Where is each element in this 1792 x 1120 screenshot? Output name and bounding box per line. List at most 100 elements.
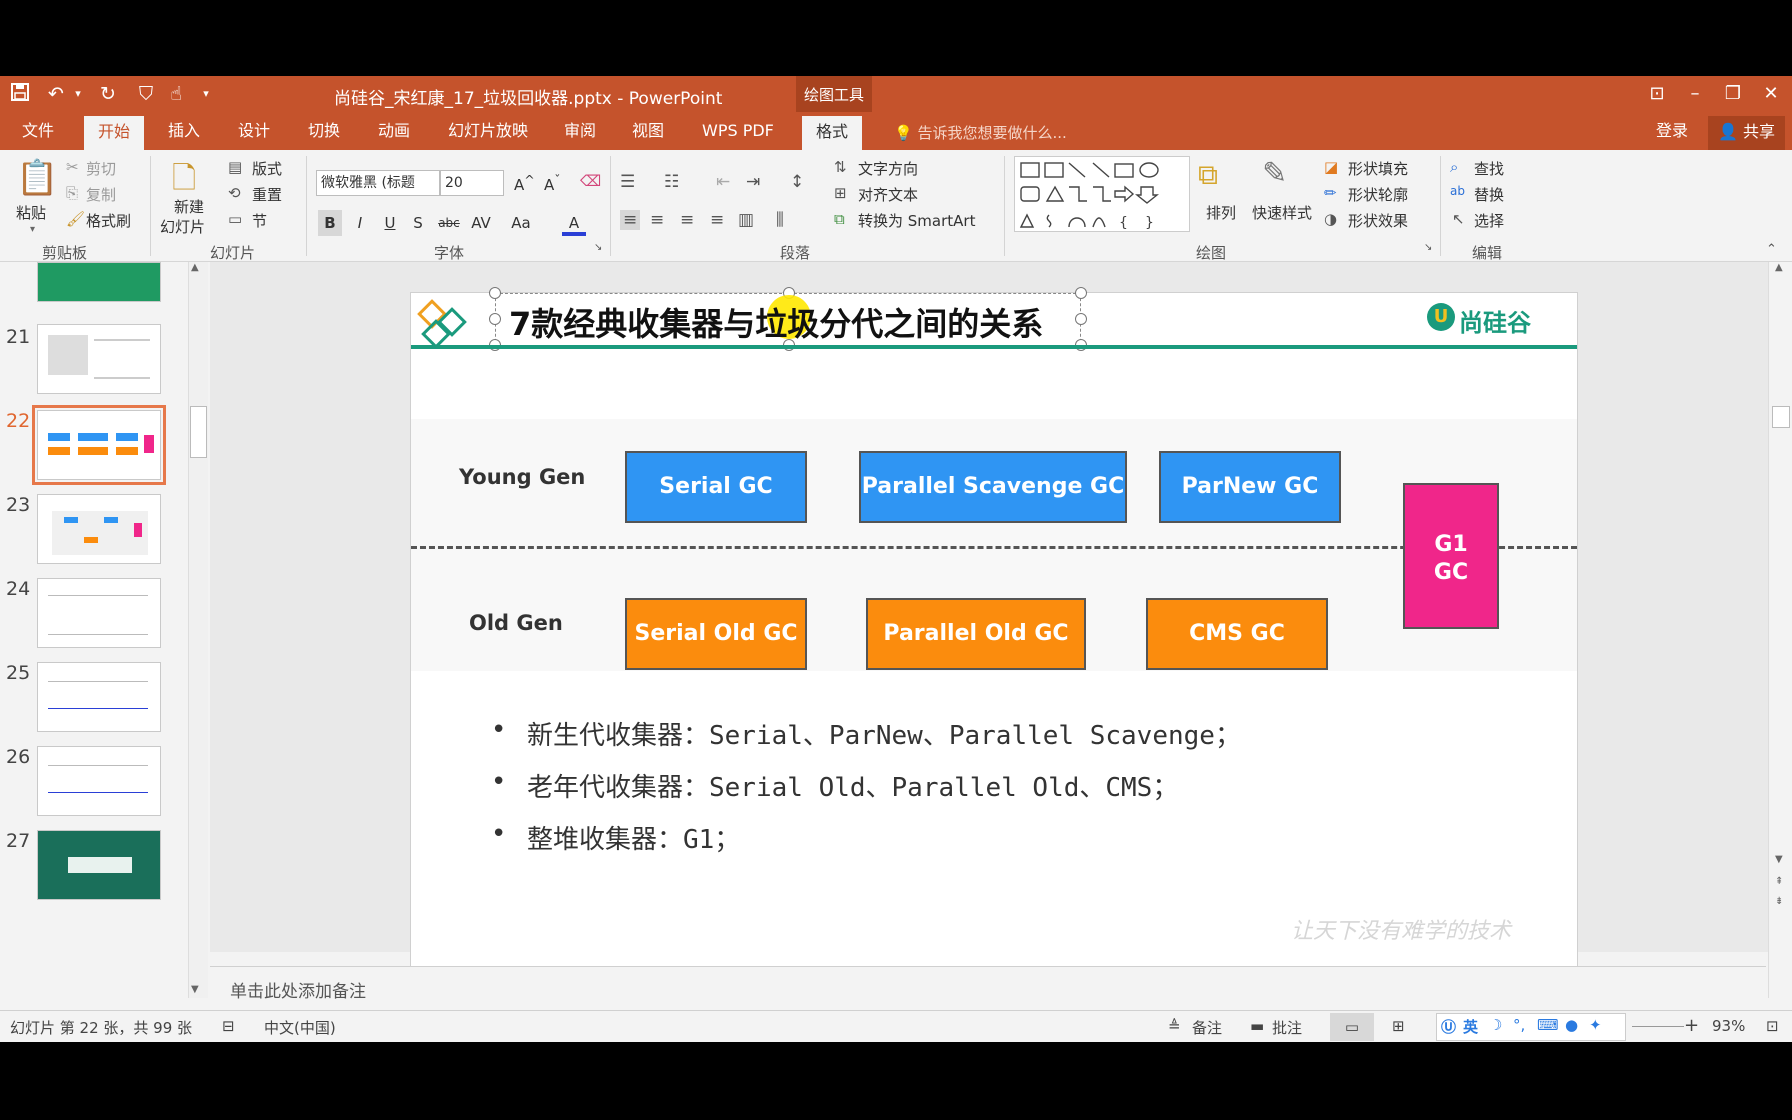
- slide-thumbnail-21[interactable]: [37, 324, 161, 394]
- quick-styles-button[interactable]: 快速样式: [1252, 202, 1312, 223]
- char-spacing-button[interactable]: AV: [466, 210, 496, 236]
- editor-scrollbar[interactable]: ▲ ▼ ⇞ ⇟: [1768, 262, 1792, 998]
- ime-mode[interactable]: 英: [1463, 1016, 1478, 1037]
- decrease-font-icon[interactable]: Aˇ: [544, 172, 561, 194]
- slide-thumbnail-26[interactable]: [37, 746, 161, 816]
- parallel-scavenge-gc-box[interactable]: Parallel Scavenge GC: [859, 451, 1127, 523]
- slide-canvas[interactable]: 7款经典收集器与垃圾分代之间的关系 U 尚硅谷 Young Gen Old Ge…: [410, 287, 1578, 1026]
- user-icon[interactable]: ●: [1565, 1016, 1578, 1034]
- scroll-down-icon[interactable]: ▼: [191, 984, 199, 995]
- comments-toggle[interactable]: 批注: [1272, 1017, 1302, 1038]
- resize-handle[interactable]: [489, 313, 501, 325]
- tab-review[interactable]: 审阅: [564, 120, 596, 150]
- font-dialog-launcher-icon[interactable]: ↘: [594, 242, 602, 253]
- increase-font-icon[interactable]: A^: [514, 172, 535, 194]
- tab-wps-pdf[interactable]: WPS PDF: [702, 120, 774, 150]
- touch-mode-icon[interactable]: ☝: [164, 82, 188, 106]
- collapse-ribbon-icon[interactable]: ⌃: [1766, 242, 1777, 257]
- resize-handle[interactable]: [1075, 287, 1087, 299]
- paste-dropdown-icon[interactable]: ▾: [30, 224, 35, 235]
- minimize-button[interactable]: –: [1680, 80, 1710, 108]
- slide-thumbnail-24[interactable]: [37, 578, 161, 648]
- slide-thumbnail-20[interactable]: [37, 262, 161, 302]
- punctuation-icon[interactable]: °,: [1513, 1016, 1525, 1034]
- arrange-button[interactable]: 排列: [1206, 202, 1236, 223]
- align-center-icon[interactable]: ≡: [650, 210, 664, 230]
- align-right-icon[interactable]: ≡: [680, 210, 694, 230]
- cut-button[interactable]: 剪切: [86, 158, 116, 179]
- copy-button[interactable]: 复制: [86, 184, 116, 205]
- scroll-up-icon[interactable]: ▲: [191, 262, 199, 273]
- previous-slide-icon[interactable]: ⇞: [1775, 876, 1783, 887]
- scroll-thumb[interactable]: [1772, 406, 1790, 428]
- tab-view[interactable]: 视图: [632, 120, 664, 150]
- resize-handle[interactable]: [1075, 313, 1087, 325]
- paste-icon[interactable]: 📋: [16, 158, 58, 198]
- slide-thumbnail-27[interactable]: [37, 830, 161, 900]
- justify-icon[interactable]: ≡: [710, 210, 724, 230]
- quick-styles-icon[interactable]: ✎: [1262, 156, 1287, 191]
- columns-icon[interactable]: ⫼: [776, 210, 784, 230]
- section-button[interactable]: 节: [252, 210, 267, 231]
- next-slide-icon[interactable]: ⇟: [1775, 896, 1783, 907]
- resize-handle[interactable]: [489, 287, 501, 299]
- numbering-icon[interactable]: ☷: [664, 172, 679, 192]
- spellcheck-icon[interactable]: ⊟: [222, 1017, 235, 1035]
- reset-button[interactable]: 重置: [252, 184, 282, 205]
- format-painter-button[interactable]: 格式刷: [86, 210, 131, 231]
- bold-button[interactable]: B: [318, 210, 342, 236]
- arrange-icon[interactable]: ⧉: [1198, 158, 1218, 192]
- tab-home[interactable]: 开始: [84, 116, 145, 150]
- fit-slide-icon[interactable]: ⊡: [1766, 1017, 1779, 1035]
- ribbon-display-icon[interactable]: ⊡: [1642, 80, 1672, 108]
- scroll-up-icon[interactable]: ▲: [1775, 262, 1783, 273]
- clear-formatting-icon[interactable]: ⌫: [580, 172, 601, 190]
- slideshow-icon[interactable]: ⛉: [134, 82, 158, 106]
- slide-sorter-icon[interactable]: ⊞: [1392, 1017, 1405, 1035]
- increase-indent-icon[interactable]: ⇥: [746, 172, 760, 192]
- serial-gc-box[interactable]: Serial GC: [625, 451, 807, 523]
- font-name-combo[interactable]: 微软雅黑 (标题: [316, 170, 440, 196]
- distribute-icon[interactable]: ▥: [738, 210, 754, 230]
- normal-view-icon[interactable]: ▭: [1330, 1013, 1374, 1041]
- scroll-thumb[interactable]: [190, 406, 207, 458]
- shadow-button[interactable]: S: [406, 210, 430, 236]
- find-button[interactable]: 查找: [1474, 158, 1504, 179]
- tab-insert[interactable]: 插入: [168, 120, 200, 150]
- bullets-icon[interactable]: ☰: [620, 172, 635, 192]
- align-left-icon[interactable]: ≡: [620, 210, 641, 230]
- parallel-old-gc-box[interactable]: Parallel Old GC: [866, 598, 1086, 670]
- notes-pane[interactable]: 单击此处添加备注: [210, 966, 1766, 1010]
- strikethrough-button[interactable]: abc: [434, 210, 464, 236]
- tab-design[interactable]: 设计: [238, 120, 270, 150]
- notes-toggle[interactable]: 备注: [1192, 1017, 1222, 1038]
- new-slide-label-1[interactable]: 新建: [174, 196, 204, 217]
- keyboard-icon[interactable]: ⌨: [1537, 1016, 1559, 1034]
- tab-transitions[interactable]: 切换: [308, 120, 340, 150]
- decrease-indent-icon[interactable]: ⇤: [716, 172, 730, 192]
- share-button[interactable]: 👤 共享: [1708, 116, 1786, 150]
- select-button[interactable]: 选择: [1474, 210, 1504, 231]
- customize-toolbar-icon[interactable]: ▾: [194, 82, 218, 106]
- drawing-dialog-launcher-icon[interactable]: ↘: [1424, 242, 1432, 253]
- paste-button[interactable]: 粘贴: [16, 202, 46, 223]
- scroll-down-icon[interactable]: ▼: [1775, 854, 1783, 865]
- tab-file[interactable]: 文件: [22, 120, 54, 150]
- tools-icon[interactable]: ✦: [1589, 1016, 1602, 1034]
- text-direction-button[interactable]: 文字方向: [858, 158, 918, 179]
- tab-format[interactable]: 格式: [802, 116, 863, 150]
- cms-gc-box[interactable]: CMS GC: [1146, 598, 1328, 670]
- tell-me-search[interactable]: 💡 告诉我您想要做什么...: [894, 122, 1067, 143]
- new-slide-label-2[interactable]: 幻灯片: [160, 216, 205, 237]
- slide-thumbnail-22[interactable]: [32, 405, 166, 485]
- redo-icon[interactable]: ↻: [96, 82, 120, 106]
- moon-icon[interactable]: ☽: [1489, 1016, 1502, 1034]
- language-indicator[interactable]: 中文(中国): [264, 1017, 336, 1038]
- login-link[interactable]: 登录: [1656, 120, 1688, 150]
- close-button[interactable]: ✕: [1756, 80, 1786, 108]
- slide-title[interactable]: 7款经典收集器与垃圾分代之间的关系: [509, 299, 1043, 345]
- ime-toolbar[interactable]: Ⓤ 英 ☽ °, ⌨ ● ✦: [1436, 1013, 1626, 1041]
- font-size-combo[interactable]: 20: [440, 170, 504, 196]
- underline-button[interactable]: U: [378, 210, 402, 236]
- line-spacing-icon[interactable]: ↕: [790, 172, 804, 192]
